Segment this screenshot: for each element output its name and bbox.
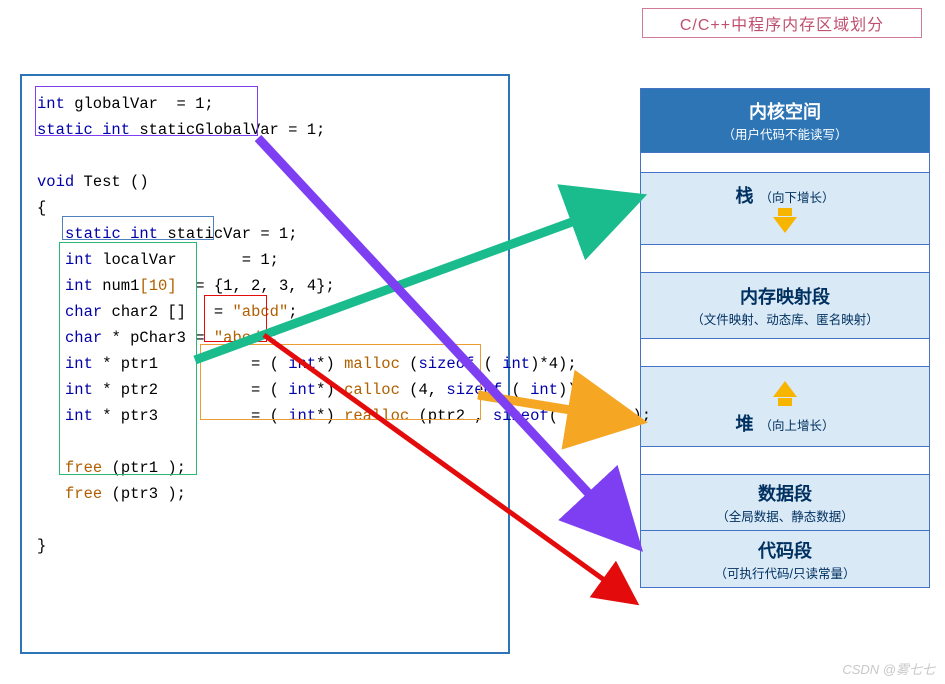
code-line-16: }	[37, 533, 493, 559]
code-blank-1	[37, 143, 493, 169]
gap-3	[641, 339, 929, 367]
code-line-14: free (ptr1 );	[37, 455, 493, 481]
region-data-sub: （全局数据、静态数据）	[716, 506, 854, 525]
memory-layout: 内核空间 （用户代码不能读写） 栈 （向下增长） 内存映射段 （文件映射、动态库…	[640, 88, 930, 588]
region-code-sub: （可执行代码/只读常量）	[715, 563, 856, 582]
arrow-down-icon	[773, 217, 797, 233]
region-mmap-sub: （文件映射、动态库、匿名映射）	[691, 309, 879, 328]
region-code-title: 代码段	[758, 537, 812, 563]
code-panel: int globalVar = 1; static int staticGlob…	[20, 74, 510, 654]
code-line-15: free (ptr3 );	[37, 481, 493, 507]
code-line-5: static int staticVar = 1;	[37, 221, 493, 247]
gap-2	[641, 245, 929, 273]
region-heap: 堆 （向上增长）	[641, 367, 929, 447]
code-line-4: {	[37, 195, 493, 221]
code-line-9: char * pChar3 = "abcd";	[37, 325, 493, 351]
code-blank-3	[37, 507, 493, 533]
region-heap-title: 堆	[735, 410, 753, 436]
code-line-8: char char2 [] = "abcd";	[37, 299, 493, 325]
gap-4	[641, 447, 929, 475]
code-line-2: static int staticGlobalVar = 1;	[37, 117, 493, 143]
region-kernel: 内核空间 （用户代码不能读写）	[641, 89, 929, 153]
region-code: 代码段 （可执行代码/只读常量）	[641, 531, 929, 587]
region-stack-sub: （向下增长）	[759, 187, 834, 206]
region-data: 数据段 （全局数据、静态数据）	[641, 475, 929, 531]
arrow-up-icon	[773, 381, 797, 397]
code-line-11: int * ptr2 = ( int*) calloc (4, sizeof (…	[37, 377, 493, 403]
watermark: CSDN @雾七七	[842, 659, 935, 678]
code-content: int globalVar = 1; static int staticGlob…	[37, 91, 493, 637]
region-kernel-sub: （用户代码不能读写）	[722, 124, 847, 143]
code-line-10: int * ptr1 = ( int*) malloc (sizeof ( in…	[37, 351, 493, 377]
region-data-title: 数据段	[758, 480, 812, 506]
code-line-7: int num1[10] = {1, 2, 3, 4};	[37, 273, 493, 299]
region-stack-title: 栈	[735, 182, 753, 208]
code-line-6: int localVar = 1;	[37, 247, 493, 273]
code-line-3: void Test ()	[37, 169, 493, 195]
code-blank-2	[37, 429, 493, 455]
region-mmap: 内存映射段 （文件映射、动态库、匿名映射）	[641, 273, 929, 339]
diagram-title: C/C++中程序内存区域划分	[642, 8, 922, 38]
gap-1	[641, 153, 929, 173]
region-mmap-title: 内存映射段	[740, 283, 830, 309]
code-line-1: int globalVar = 1;	[37, 91, 493, 117]
code-line-12: int * ptr3 = ( int*) realloc (ptr2 , siz…	[37, 403, 493, 429]
arrow-up-icon	[778, 398, 792, 406]
region-kernel-title: 内核空间	[749, 98, 821, 124]
region-stack: 栈 （向下增长）	[641, 173, 929, 245]
region-heap-sub: （向上增长）	[759, 415, 834, 434]
arrow-down-icon	[778, 208, 792, 216]
